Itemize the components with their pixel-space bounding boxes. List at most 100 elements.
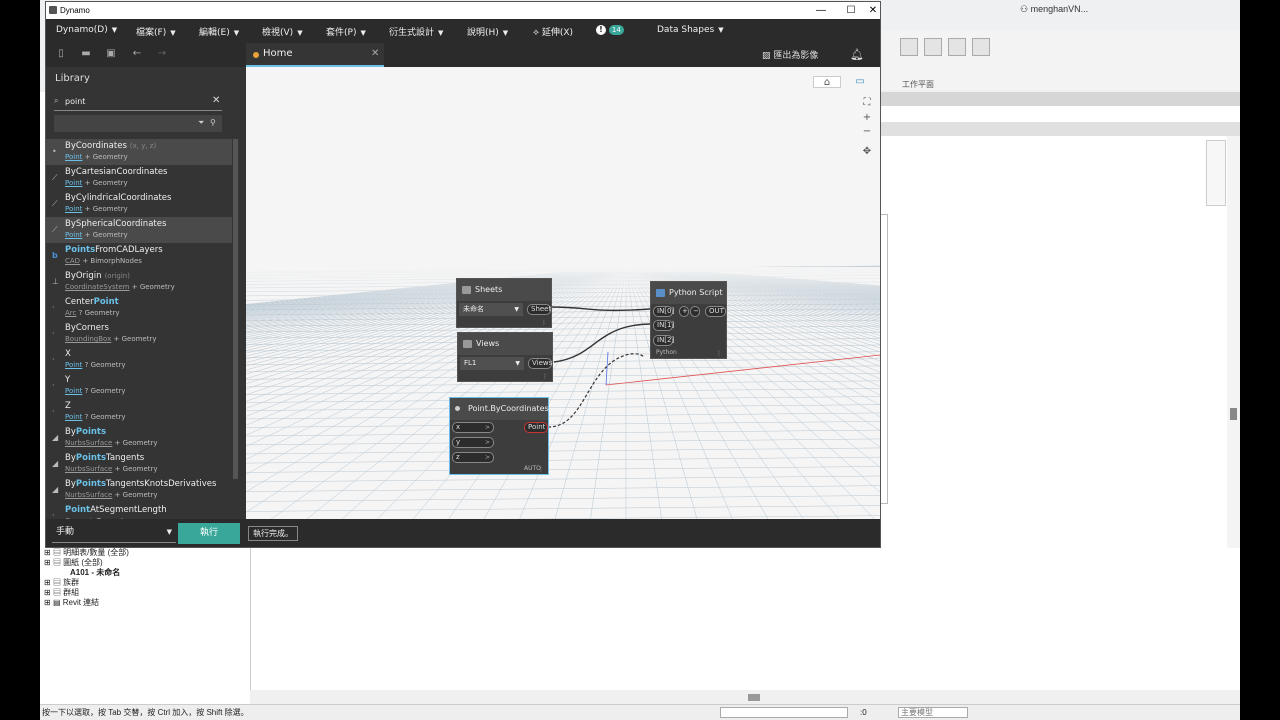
pan-icon[interactable]: ✥ [860,146,874,158]
node-menu-icon[interactable]: ⋮ [538,466,544,473]
output-port[interactable]: OUT [705,306,726,317]
library-item[interactable]: · X Point ? Geometry [46,347,232,373]
input-port-z[interactable]: z > [452,452,494,463]
run-mode-select[interactable]: 手動 ▼ [52,523,176,543]
scroll-thumb[interactable] [1230,408,1237,420]
node-header[interactable]: Point.ByCoordinates [450,398,549,420]
revit-user[interactable]: ⚇ menghanVN... [1020,4,1088,15]
node-menu-icon[interactable]: ⋮ [541,319,547,326]
close-button[interactable]: ✕ [866,2,880,19]
graph-view-icon[interactable]: ▭ [846,76,874,88]
node-python-script[interactable]: Python Script IN[0] IN[1] IN[2] + − OUT … [650,281,727,359]
menu-item[interactable]: ⟡ 延伸(X) [533,25,573,38]
library-item[interactable]: ⟋ ByCylindricalCoordinates Point + Geometr… [46,191,232,217]
library-item[interactable]: ⊥ ByOrigin (origin) CoordinateSystem + Geom… [46,269,232,295]
expand-icon[interactable]: ⊞ [44,558,53,567]
menu-item[interactable]: Data Shapes ▼ [657,25,724,35]
library-item[interactable]: ⟋ ByCartesianCoordinates Point + Geometry [46,165,232,191]
run-button[interactable]: 執行 [178,523,240,544]
revit-horizontal-scrollbar[interactable] [250,690,1240,704]
export-image-button[interactable]: ▨ 匯出為影像 [762,48,818,61]
revit-view[interactable] [250,548,1240,690]
notification-bell-icon[interactable]: 🔔︎ [850,48,864,61]
node-sheets[interactable]: Sheets 未命名 ▼ Sheet ⋮ [456,278,552,328]
library-item[interactable]: ⟋ BySphericalCoordinates Point + Geometry [46,217,232,243]
expand-icon[interactable]: ⊞ [44,578,53,587]
browser-item[interactable]: ⊞ ▤ 圖紙 (全部) [44,558,250,568]
scroll-thumb[interactable] [748,694,760,701]
node-menu-icon[interactable]: ⋮ [716,350,722,357]
maximize-button[interactable]: ☐ [836,2,866,19]
output-port[interactable]: Views [528,358,552,369]
detail-view-icon[interactable]: ⚲ [210,118,216,127]
menu-item[interactable]: 衍生式設計 ▼ [389,25,443,38]
workset-select[interactable] [720,707,848,718]
undo-icon[interactable]: ← [131,48,143,60]
input-port-y[interactable]: y > [452,437,494,448]
open-folder-icon[interactable]: ▬ [80,48,92,60]
library-item[interactable]: · ByCorners BoundingBox + Geometry [46,321,232,347]
node-menu-icon[interactable]: ⋮ [542,373,548,380]
library-item[interactable]: · Y Point ? Geometry [46,373,232,399]
menu-item[interactable]: Dynamo(D) ▼ [56,25,117,35]
filter-icon[interactable]: ⏷ [198,118,204,128]
browser-item[interactable]: ⊞ ▤ 明細表/數量 (全部) [44,548,250,558]
minimize-button[interactable]: — [806,2,836,19]
ribbon-tool-icon[interactable] [948,38,966,56]
remove-input-button[interactable]: − [690,306,700,317]
node-header[interactable]: Views [458,333,552,355]
views-dropdown[interactable]: FL1 ▼ [460,357,524,370]
redo-icon[interactable]: → [156,48,168,60]
clear-search-icon[interactable]: ✕ [212,95,220,106]
library-item[interactable]: ◢ ByPoints NurbsSurface + Geometry [46,425,232,451]
library-item[interactable]: ◢ ByPointsTangentsKnotsDerivatives NurbsSu… [46,477,232,503]
ribbon-tool-icon[interactable] [900,38,918,56]
menu-item[interactable]: 檢視(V) ▼ [262,25,303,38]
browser-item[interactable]: ⊞ ▤ 族群 [44,578,250,588]
node-point-bycoordinates[interactable]: Point.ByCoordinates x > y > z > Point AUTO … [449,397,549,475]
browser-item[interactable]: A101 - 未命名 [44,568,250,578]
output-port[interactable]: Point [524,422,548,433]
library-item[interactable]: b PointsFromCADLayers CAD + BimorphNodes [46,243,232,269]
graph-canvas[interactable]: ⌂ ▭ ⛶ + − ✥ Sheets 未命名 ▼ Sheet ⋮ Views FL… [246,67,880,519]
revit-nav-bar[interactable] [1206,140,1226,206]
menu-item[interactable]: 說明(H) ▼ [467,25,508,38]
tab-home[interactable]: Home ✕ [246,43,384,67]
new-file-icon[interactable]: ▯ [55,48,67,60]
ribbon-tool-icon[interactable] [924,38,942,56]
sheets-dropdown[interactable]: 未命名 ▼ [459,303,523,316]
menu-item[interactable]: 套件(P) ▼ [326,25,366,38]
tab-close-icon[interactable]: ✕ [371,48,379,59]
ribbon-tool-icon[interactable] [972,38,990,56]
browser-item[interactable]: ⊞ ▤ 群組 [44,588,250,598]
library-item[interactable]: · Z Point ? Geometry [46,399,232,425]
model-select[interactable]: 主要模型 [898,707,968,718]
zoom-in-icon[interactable]: + [860,112,874,124]
add-input-button[interactable]: + [679,306,689,317]
library-item[interactable]: ·PointAtSegmentLengthCurve + Geometry [46,503,232,519]
input-port-2[interactable]: IN[2] [653,335,674,346]
input-port-x[interactable]: x > [452,422,494,433]
library-item[interactable]: · CenterPoint Arc ? Geometry [46,295,232,321]
menu-item[interactable]: 檔案(F) ▼ [136,25,176,38]
geometry-view-icon[interactable]: ⌂ [813,76,841,88]
expand-icon[interactable]: ⊞ [44,588,53,597]
library-search-input[interactable] [65,95,195,108]
library-item[interactable]: ◢ ByPointsTangents NurbsSurface + Geometry [46,451,232,477]
output-port[interactable]: Sheet [527,304,551,315]
zoom-out-icon[interactable]: − [860,126,874,138]
input-port-1[interactable]: IN[1] [653,320,674,331]
input-port-0[interactable]: IN[0] [653,306,674,317]
save-icon[interactable]: ▣ [105,48,117,60]
notifications-button[interactable]: ! 14 [596,25,624,35]
node-header[interactable]: Sheets [457,279,551,301]
browser-item[interactable]: ⊞ ▤ Revit 連結 [44,598,250,608]
library-item[interactable]: • ByCoordinates (x, y, z) Point + Geometry [46,139,232,165]
expand-icon[interactable]: ⊞ [44,598,53,607]
expand-icon[interactable]: ⊞ [44,548,53,557]
node-header[interactable]: Python Script [651,282,726,304]
library-scrollbar[interactable] [233,139,238,479]
menu-item[interactable]: 編輯(E) ▼ [199,25,239,38]
zoom-fit-icon[interactable]: ⛶ [860,97,874,109]
node-views[interactable]: Views FL1 ▼ Views ⋮ [457,332,553,382]
